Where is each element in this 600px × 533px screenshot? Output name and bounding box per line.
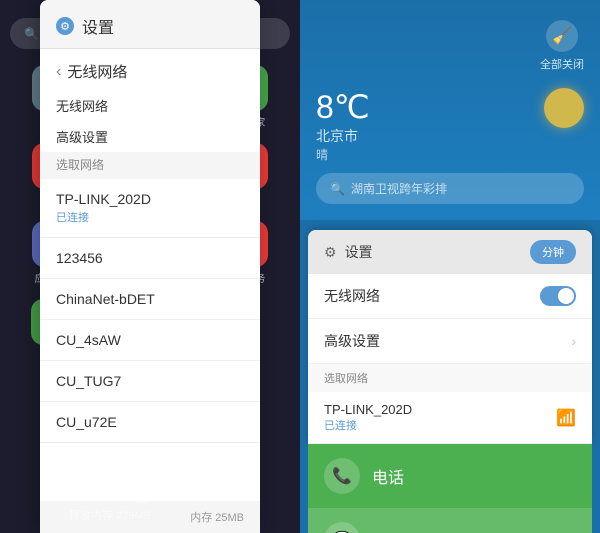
wifi-toggle[interactable]: [540, 286, 576, 306]
settings-card-title-row: ⚙ 设置: [324, 242, 373, 262]
settings-panel: ⚙ 设置 ‹ 无线网络 无线网络 高级设置 选取网络 TP-LINK_202D …: [40, 0, 260, 533]
free-memory-label: 释放内存 279MB: [0, 507, 220, 523]
network-item-4[interactable]: CU_TUG7: [40, 361, 260, 402]
right-top-section: 🧹 全部关闭 8℃ 北京市 晴 🔍 湖南卫视跨年彩排: [300, 0, 600, 220]
select-network-label: 选取网络: [40, 152, 260, 179]
advanced-row[interactable]: 高级设置 ›: [308, 319, 592, 364]
back-arrow-icon[interactable]: ‹: [56, 63, 61, 81]
left-panel: 🔍 高中禁办公元局晚会 🕐 时钟 2 📅 日历 🛡: [0, 0, 300, 533]
settings-card-header: ⚙ 设置 分钟: [308, 230, 592, 274]
settings-gear-icon: ⚙: [56, 17, 74, 35]
network-item-1[interactable]: 123456: [40, 238, 260, 279]
wifi-signal-icon: 📶: [556, 408, 576, 428]
network-item-3[interactable]: CU_4sAW: [40, 320, 260, 361]
all-close-button[interactable]: 🧹 全部关闭: [540, 20, 584, 72]
settings-card[interactable]: ⚙ 设置 分钟 无线网络 高级设置 › 选取网络: [308, 230, 592, 444]
network-item-2[interactable]: ChinaNet-bDET: [40, 279, 260, 320]
weather-city: 北京市: [316, 126, 370, 146]
wifi-toggle-row[interactable]: 无线网络: [308, 274, 592, 319]
advanced-section-label[interactable]: 高级设置: [40, 121, 260, 152]
right-panel: 🧹 全部关闭 8℃ 北京市 晴 🔍 湖南卫视跨年彩排 ⚙ 设置: [300, 0, 600, 533]
phone-card-label: 电话: [372, 464, 404, 488]
network-list: TP-LINK_202D 已连接 123456 ChinaNet-bDET CU…: [40, 179, 260, 501]
top-icons-row: 🧹 全部关闭: [316, 20, 584, 72]
connected-network-row[interactable]: TP-LINK_202D 已连接 📶: [308, 392, 592, 444]
all-close-icon: 🧹: [546, 20, 578, 52]
weather-widget: 8℃ 北京市 晴: [316, 88, 584, 163]
cards-stack: ⚙ 设置 分钟 无线网络 高级设置 › 选取网络: [300, 230, 600, 533]
wifi-section-label: 无线网络: [40, 90, 260, 121]
weather-condition: 晴: [316, 146, 370, 163]
network-sublabel: 选取网络: [308, 364, 592, 392]
weather-info: 8℃ 北京市 晴: [316, 88, 370, 163]
wifi-title: 无线网络: [67, 61, 127, 82]
messages-card-label: 新信息: [372, 528, 420, 533]
wifi-header[interactable]: ‹ 无线网络: [40, 49, 260, 90]
search-icon-left: 🔍: [24, 27, 39, 41]
phone-card[interactable]: 📞 电话: [308, 444, 592, 508]
chevron-right-icon: ›: [571, 333, 576, 349]
search-icon-right: 🔍: [330, 182, 345, 196]
network-item-0[interactable]: TP-LINK_202D 已连接: [40, 179, 260, 238]
close-button[interactable]: ×: [119, 459, 163, 503]
messages-card[interactable]: 💬 新信息: [308, 508, 592, 533]
network-item-5[interactable]: CU_u72E: [40, 402, 260, 443]
share-button[interactable]: 分钟: [530, 240, 576, 264]
connected-network-info: TP-LINK_202D 已连接: [324, 402, 412, 433]
settings-card-body: 无线网络 高级设置 › 选取网络 TP-LINK_202D 已连接 📶: [308, 274, 592, 444]
settings-panel-header: ⚙ 设置: [40, 0, 260, 49]
phone-card-icon: 📞: [324, 458, 360, 494]
sun-icon: [544, 88, 584, 128]
settings-card-title: 设置: [345, 242, 373, 262]
settings-panel-title: 设置: [82, 14, 114, 38]
search-bar-right[interactable]: 🔍 湖南卫视跨年彩排: [316, 173, 584, 204]
messages-card-icon: 💬: [324, 522, 360, 533]
weather-temperature: 8℃: [316, 88, 370, 126]
